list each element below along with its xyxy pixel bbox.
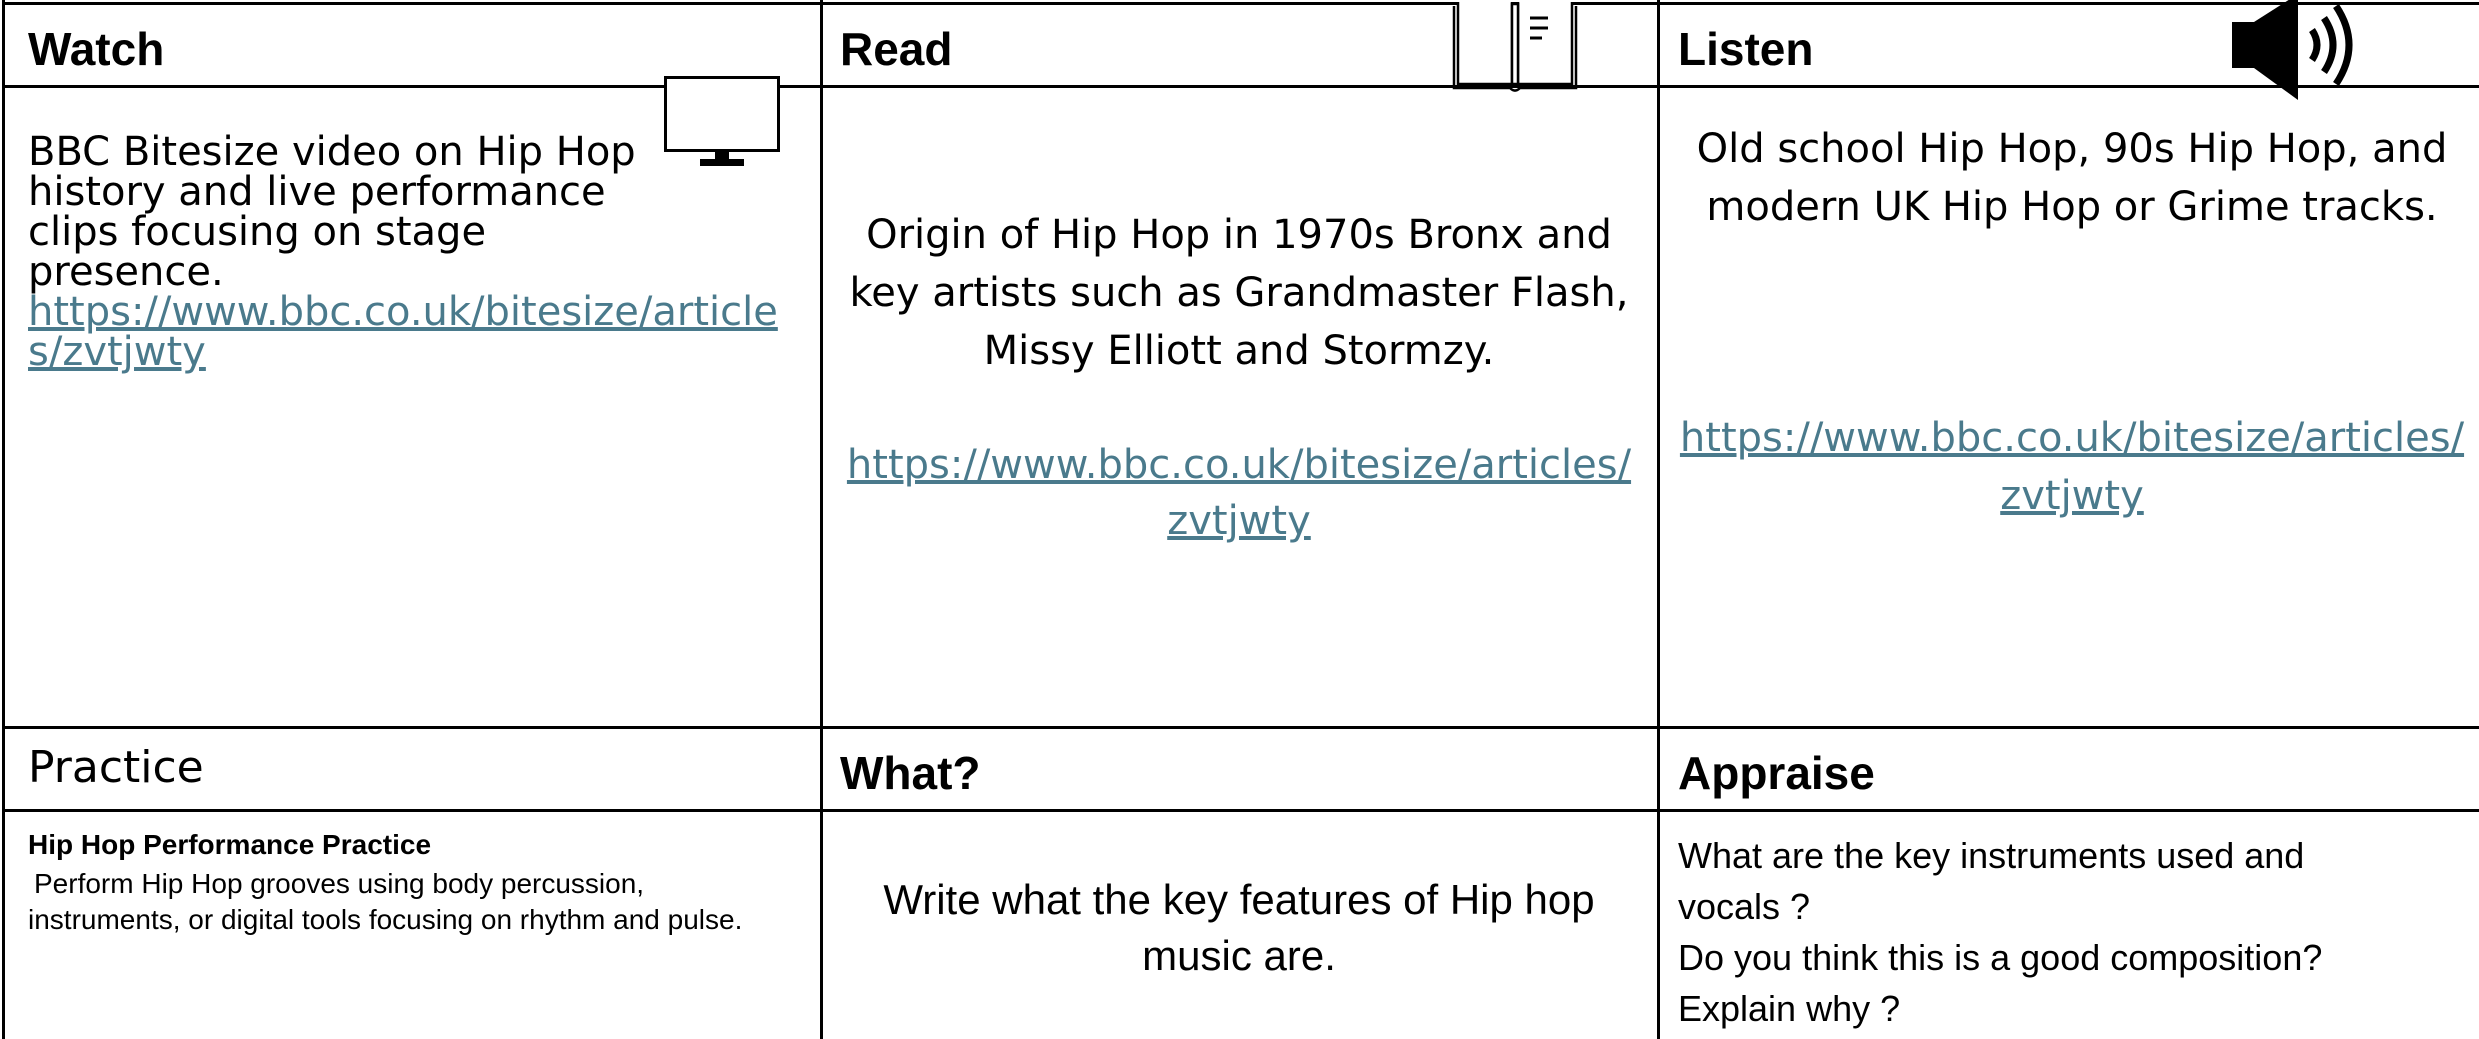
monitor-icon — [664, 76, 780, 166]
grid-line-col-1 — [820, 0, 823, 1039]
activity-grid: Watch Read Listen BBC Bitesize video on … — [0, 0, 2479, 1039]
grid-line-header-1 — [3, 85, 2479, 88]
read-link[interactable]: https://www.bbc.co.uk/bitesize/articles/… — [838, 437, 1640, 549]
book-icon — [1452, 2, 1578, 92]
what-header: What? — [840, 747, 981, 799]
watch-link[interactable]: https://www.bbc.co.uk/bitesize/articles/… — [28, 292, 808, 372]
speaker-icon — [2232, 0, 2353, 100]
listen-description: Old school Hip Hop, 90s Hip Hop, and mod… — [1696, 126, 2448, 230]
grid-line-col-2 — [1657, 0, 1660, 1039]
watch-header: Watch — [28, 23, 165, 75]
watch-description: BBC Bitesize video on Hip Hop history an… — [28, 129, 636, 295]
grid-line-top — [3, 2, 2479, 5]
grid-line-left — [2, 0, 5, 1039]
appraise-header: Appraise — [1678, 747, 1875, 799]
practice-description: Perform Hip Hop grooves using body percu… — [28, 868, 743, 935]
practice-title: Hip Hop Performance Practice — [28, 829, 432, 860]
grid-line-mid — [3, 726, 2479, 729]
listen-header: Listen — [1678, 23, 1814, 75]
appraise-question-2: Do you think this is a good composition? — [1678, 937, 2323, 978]
practice-header: Practice — [28, 742, 204, 793]
read-header: Read — [840, 23, 953, 75]
what-description: Write what the key features of Hip hop m… — [883, 876, 1595, 979]
appraise-question-3: Explain why ? — [1678, 988, 1901, 1029]
grid-line-header-2 — [3, 809, 2479, 812]
appraise-question-1: What are the key instruments used and vo… — [1678, 835, 2305, 927]
read-description: Origin of Hip Hop in 1970s Bronx and key… — [849, 212, 1629, 374]
appraise-questions: What are the key instruments used and vo… — [1678, 830, 2438, 1034]
listen-link[interactable]: https://www.bbc.co.uk/bitesize/articles/… — [1672, 409, 2472, 525]
